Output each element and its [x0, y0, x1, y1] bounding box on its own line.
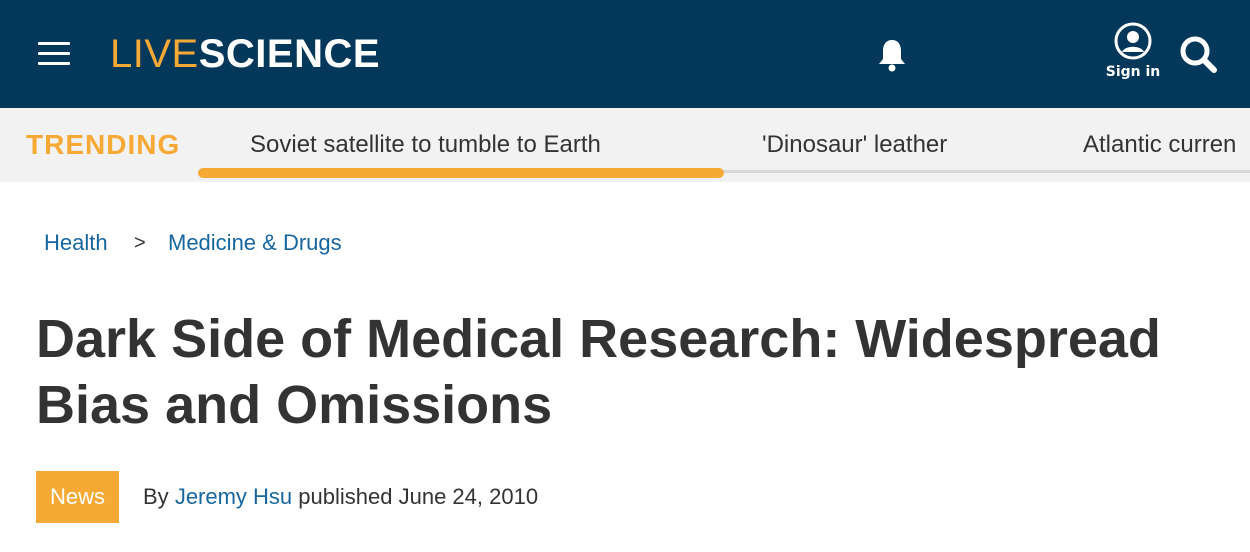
trending-active-indicator	[198, 168, 724, 178]
byline-prefix: By	[143, 484, 169, 509]
trending-label: TRENDING	[26, 129, 181, 160]
breadcrumb-separator: >	[134, 232, 146, 254]
byline: By Jeremy Hsu published June 24, 2010	[143, 482, 538, 512]
sign-in-button[interactable]: Sign in	[1103, 22, 1163, 84]
logo-live-text: LIVE	[110, 32, 199, 76]
published-date: published June 24, 2010	[298, 484, 539, 509]
sign-in-label: Sign in	[1105, 64, 1161, 80]
breadcrumb-health-link[interactable]: Health	[44, 228, 108, 258]
search-icon[interactable]	[1178, 34, 1218, 74]
breadcrumb-medicine-drugs-link[interactable]: Medicine & Drugs	[168, 228, 342, 258]
top-navigation-bar: LIVESCIENCE Sign in	[0, 0, 1250, 108]
menu-icon-line	[38, 52, 70, 55]
author-link[interactable]: Jeremy Hsu	[175, 484, 292, 509]
trending-item-dinosaur-leather[interactable]: 'Dinosaur' leather	[762, 128, 947, 162]
menu-icon[interactable]	[38, 42, 72, 66]
category-badge[interactable]: News	[36, 471, 119, 523]
menu-icon-line	[38, 42, 70, 45]
notification-bell-icon[interactable]	[876, 38, 908, 72]
menu-icon-line	[38, 62, 70, 65]
logo-science-text: SCIENCE	[198, 32, 381, 76]
site-logo[interactable]: LIVESCIENCE	[110, 30, 380, 78]
trending-item-soviet-satellite[interactable]: Soviet satellite to tumble to Earth	[250, 128, 601, 162]
article-title: Dark Side of Medical Research: Widesprea…	[36, 309, 1161, 435]
user-account-icon	[1114, 22, 1152, 60]
trending-item-atlantic-current[interactable]: Atlantic curren	[1083, 128, 1236, 162]
